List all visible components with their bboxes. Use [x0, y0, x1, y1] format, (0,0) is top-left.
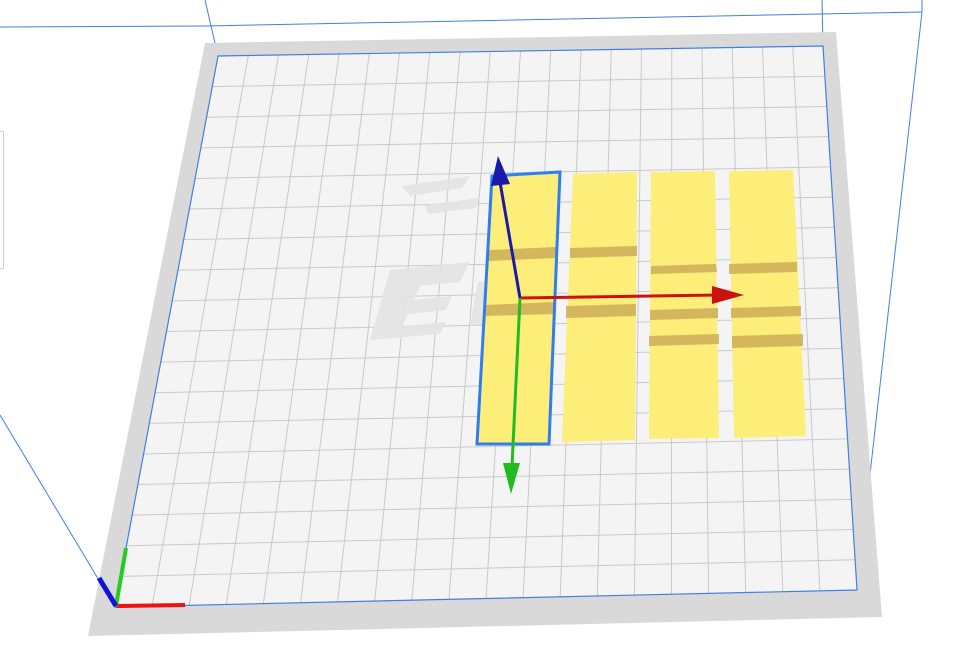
model-3-body[interactable] [649, 171, 719, 439]
model-2-band-upper [570, 246, 637, 258]
build-volume-edge [0, 414, 116, 608]
model-4-body[interactable] [729, 170, 806, 438]
model-4-band-lower [732, 334, 803, 348]
model-3-band-lower [649, 334, 719, 346]
model-3-band-middle [650, 308, 718, 320]
model-3[interactable] [649, 171, 719, 439]
build-volume-edge [204, 11, 923, 27]
model-2[interactable] [562, 172, 637, 442]
build-plate-scene[interactable] [0, 0, 958, 660]
model-4-band-middle [731, 306, 801, 318]
origin-x-axis [115, 603, 186, 608]
3d-viewport[interactable] [0, 0, 958, 660]
model-4[interactable] [729, 170, 806, 438]
model-2-band-lower [566, 304, 636, 318]
model-4-band-upper [729, 262, 797, 274]
build-volume-edge [0, 25, 206, 28]
